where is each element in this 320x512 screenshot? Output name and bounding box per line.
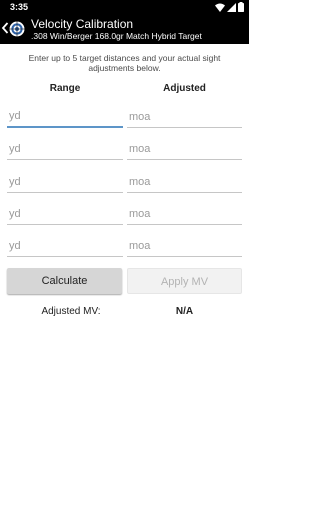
- adjusted-mv-value: N/A: [175, 306, 194, 317]
- range-input-4[interactable]: [7, 203, 123, 225]
- adjusted-mv-label: Adjusted MV:: [41, 306, 101, 317]
- wifi-icon: [215, 3, 225, 12]
- screen-title: Velocity Calibration: [31, 17, 134, 31]
- status-icons: [215, 2, 244, 12]
- status-bar: 3:35: [0, 0, 249, 14]
- screen-subtitle: .308 Win/Berger 168.0gr Match Hybrid Tar…: [31, 31, 202, 41]
- adjusted-input-1[interactable]: [127, 106, 242, 128]
- adjusted-column-header: Adjusted: [163, 83, 206, 94]
- adjusted-input-4[interactable]: [127, 203, 242, 225]
- adjusted-input-2[interactable]: [127, 138, 242, 160]
- calculate-button[interactable]: Calculate: [7, 268, 122, 294]
- range-input-2[interactable]: [7, 138, 123, 160]
- apply-mv-button[interactable]: Apply MV: [127, 268, 242, 294]
- action-bar: Velocity Calibration .308 Win/Berger 168…: [0, 14, 249, 44]
- app-logo-icon: [9, 21, 25, 37]
- battery-icon: [238, 2, 244, 12]
- signal-icon: [227, 2, 236, 12]
- back-arrow-icon[interactable]: [1, 21, 9, 35]
- range-input-3[interactable]: [7, 171, 123, 193]
- instructions-text: Enter up to 5 target distances and your …: [28, 53, 221, 73]
- range-input-1[interactable]: [7, 106, 123, 128]
- range-input-5[interactable]: [7, 235, 123, 257]
- status-time: 3:35: [10, 2, 29, 12]
- range-column-header: Range: [49, 83, 81, 94]
- adjusted-input-5[interactable]: [127, 235, 242, 257]
- adjusted-input-3[interactable]: [127, 171, 242, 193]
